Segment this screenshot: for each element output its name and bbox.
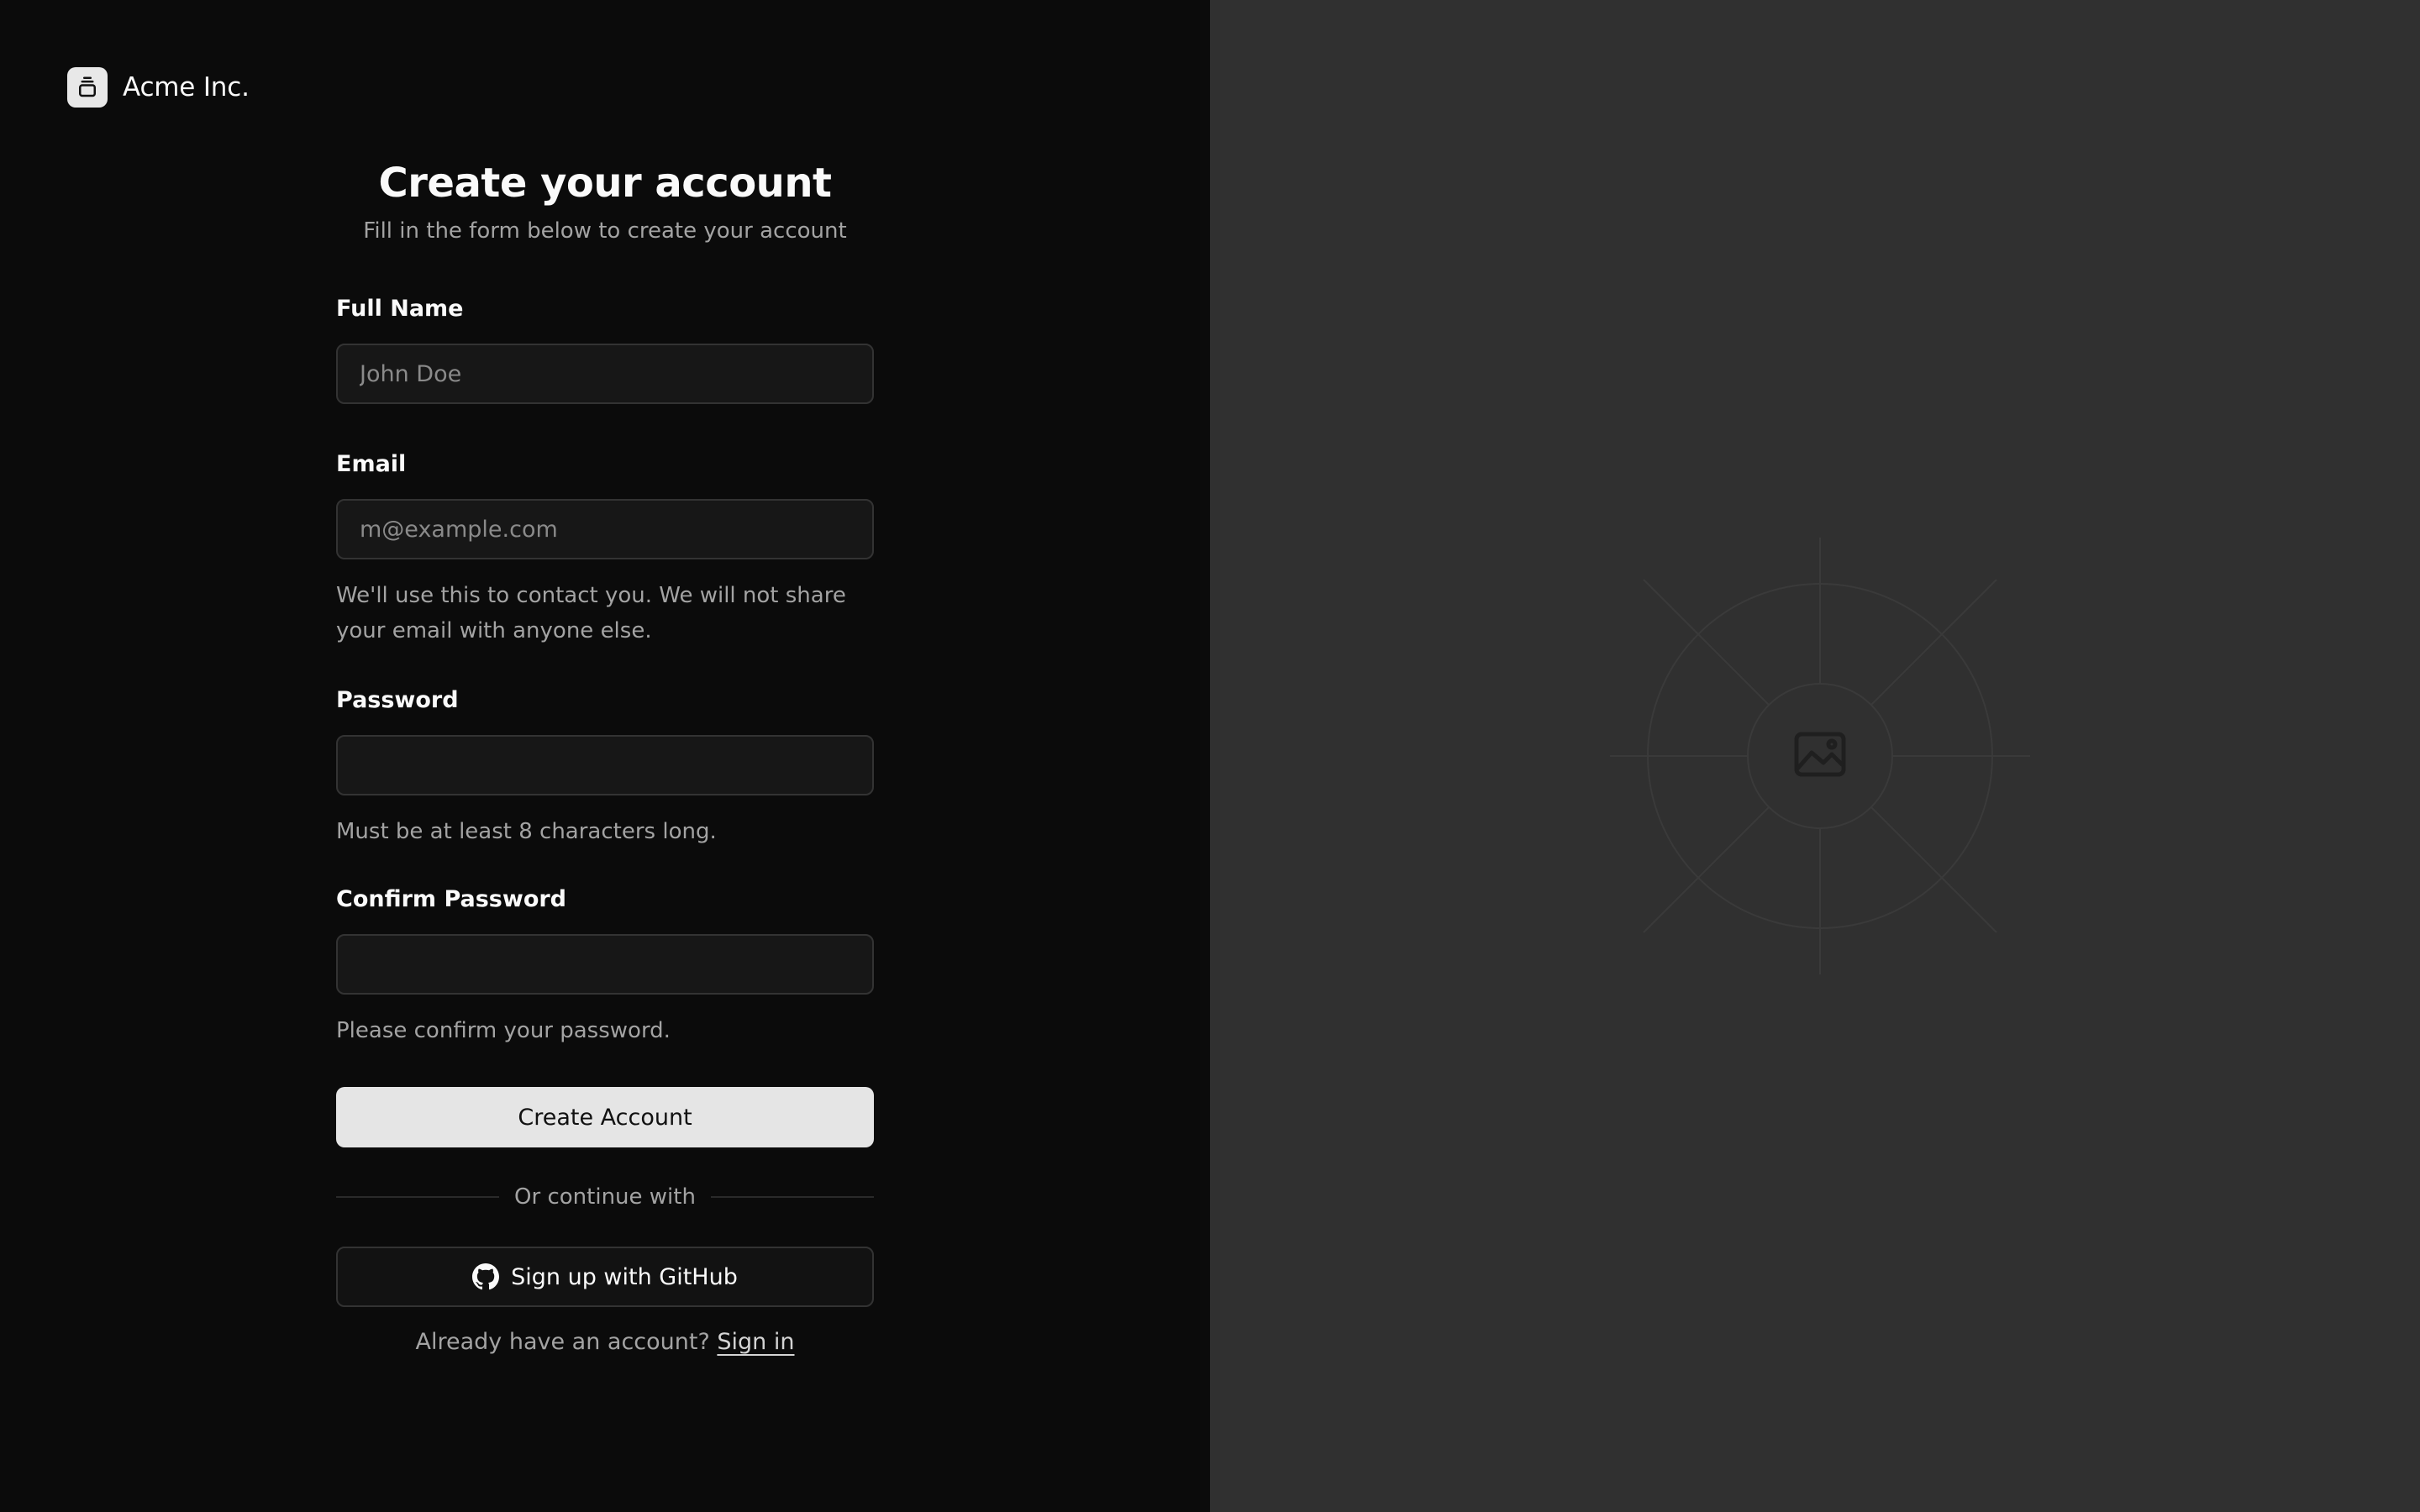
github-icon bbox=[472, 1263, 500, 1290]
password-label: Password bbox=[336, 687, 459, 713]
placeholder-graphic bbox=[1610, 538, 2030, 974]
create-account-button[interactable]: Create Account bbox=[336, 1087, 874, 1147]
confirm-password-input[interactable] bbox=[336, 934, 874, 995]
or-continue-divider: Or continue with bbox=[336, 1184, 874, 1210]
full-name-label: Full Name bbox=[336, 296, 464, 322]
email-hint: We'll use this to contact you. We will n… bbox=[336, 583, 846, 643]
signup-form: Create your account Fill in the form bel… bbox=[336, 151, 874, 1355]
password-group: Password Must be at least 8 characters l… bbox=[336, 687, 874, 849]
password-hint: Must be at least 8 characters long. bbox=[336, 819, 717, 844]
signup-panel: Acme Inc. Create your account Fill in th… bbox=[0, 0, 1210, 1512]
email-label: Email bbox=[336, 451, 407, 477]
page-subtitle: Fill in the form below to create your ac… bbox=[363, 218, 847, 244]
divider-text: Or continue with bbox=[514, 1184, 696, 1210]
signup-page: Acme Inc. Create your account Fill in th… bbox=[0, 0, 2420, 1512]
page-title: Create your account bbox=[378, 160, 832, 207]
confirm-password-label: Confirm Password bbox=[336, 886, 567, 912]
email-group: Email We'll use this to contact you. We … bbox=[336, 451, 874, 648]
confirm-password-group: Confirm Password Please confirm your pas… bbox=[336, 886, 874, 1048]
github-button-label: Sign up with GitHub bbox=[511, 1263, 738, 1290]
github-signup-button[interactable]: Sign up with GitHub bbox=[336, 1247, 874, 1307]
stacked-box-icon bbox=[67, 67, 108, 108]
divider-line-left bbox=[336, 1196, 500, 1198]
full-name-input[interactable] bbox=[336, 344, 874, 404]
confirm-password-hint: Please confirm your password. bbox=[336, 1018, 671, 1043]
illustration-panel bbox=[1210, 0, 2420, 1512]
signin-row: Already have an account? Sign in bbox=[336, 1329, 874, 1355]
email-input[interactable] bbox=[336, 499, 874, 559]
password-input[interactable] bbox=[336, 735, 874, 795]
brand[interactable]: Acme Inc. bbox=[67, 67, 250, 108]
full-name-group: Full Name bbox=[336, 296, 874, 404]
signin-link[interactable]: Sign in bbox=[717, 1329, 794, 1355]
brand-name: Acme Inc. bbox=[123, 72, 250, 102]
divider-line-right bbox=[710, 1196, 874, 1198]
signin-prompt: Already have an account? bbox=[415, 1329, 710, 1355]
